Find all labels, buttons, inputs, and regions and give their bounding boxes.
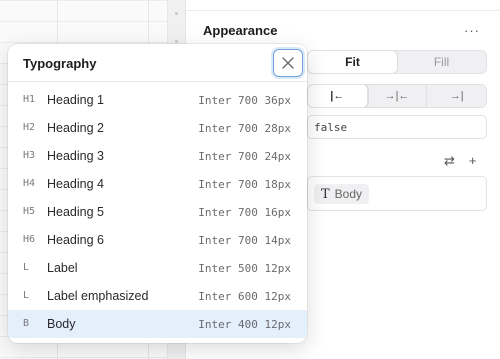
popover-header: Typography: [8, 44, 307, 82]
gutter-dot: [175, 12, 178, 15]
item-name: Heading 6: [47, 233, 104, 247]
typography-list: H1 Heading 1 Inter 700 36px H2 Heading 2…: [8, 86, 307, 338]
item-name: Label: [47, 261, 78, 275]
item-spec: Inter 700 24px: [198, 150, 291, 163]
item-tag: H1: [23, 94, 36, 105]
fit-fill-toggle: Fit Fill: [307, 50, 487, 74]
style-chip[interactable]: T Body: [314, 184, 370, 204]
typography-item-label[interactable]: L Label Inter 500 12px: [8, 254, 307, 282]
align-right-icon[interactable]: →|: [427, 85, 486, 107]
typography-item-label-emphasized[interactable]: L Label emphasized Inter 600 12px: [8, 282, 307, 310]
fit-option[interactable]: Fit: [308, 51, 397, 73]
panel-divider: [186, 10, 500, 11]
item-tag: H3: [23, 150, 36, 161]
item-spec: Inter 700 16px: [198, 206, 291, 219]
boolean-field[interactable]: false: [307, 115, 487, 139]
typography-item-heading-1[interactable]: H1 Heading 1 Inter 700 36px: [8, 86, 307, 114]
style-chip-label: Body: [334, 187, 363, 201]
text-style-field[interactable]: T Body: [307, 176, 487, 211]
add-icon[interactable]: +: [469, 153, 477, 169]
fill-option[interactable]: Fill: [397, 51, 486, 73]
align-left-icon[interactable]: |←: [308, 85, 368, 107]
item-spec: Inter 700 28px: [198, 122, 291, 135]
text-type-icon: T: [321, 186, 330, 202]
typography-item-heading-4[interactable]: H4 Heading 4 Inter 700 18px: [8, 170, 307, 198]
item-spec: Inter 700 14px: [198, 234, 291, 247]
item-name: Heading 1: [47, 93, 104, 107]
typography-item-heading-5[interactable]: H5 Heading 5 Inter 700 16px: [8, 198, 307, 226]
typography-item-body[interactable]: B Body Inter 400 12px: [8, 310, 307, 338]
item-name: Heading 3: [47, 149, 104, 163]
typography-item-heading-6[interactable]: H6 Heading 6 Inter 700 14px: [8, 226, 307, 254]
style-actions: ⇄ +: [444, 153, 477, 169]
item-tag: H4: [23, 178, 36, 189]
item-spec: Inter 400 12px: [198, 318, 291, 331]
item-spec: Inter 500 12px: [198, 262, 291, 275]
item-tag: B: [23, 318, 30, 329]
more-options-icon[interactable]: ···: [464, 23, 480, 38]
item-name: Heading 2: [47, 121, 104, 135]
typography-item-heading-2[interactable]: H2 Heading 2 Inter 700 28px: [8, 114, 307, 142]
gutter-dot: [175, 40, 178, 43]
item-name: Heading 4: [47, 177, 104, 191]
typography-popover: Typography H1 Heading 1 Inter 700 36px H…: [8, 44, 307, 343]
refresh-icon[interactable]: ⇄: [444, 153, 455, 169]
alignment-toggle: |← →|← →|: [307, 84, 487, 108]
item-tag: L: [23, 262, 30, 273]
item-tag: H6: [23, 234, 36, 245]
item-spec: Inter 700 36px: [198, 94, 291, 107]
close-icon: [282, 57, 294, 69]
typography-item-heading-3[interactable]: H3 Heading 3 Inter 700 24px: [8, 142, 307, 170]
item-spec: Inter 700 18px: [198, 178, 291, 191]
item-name: Body: [47, 317, 76, 331]
item-name: Label emphasized: [47, 289, 149, 303]
item-name: Heading 5: [47, 205, 104, 219]
popover-title: Typography: [23, 56, 97, 71]
item-tag: L: [23, 290, 30, 301]
item-tag: H2: [23, 122, 36, 133]
align-center-icon[interactable]: →|←: [368, 85, 428, 107]
item-spec: Inter 600 12px: [198, 290, 291, 303]
close-button[interactable]: [273, 49, 303, 77]
item-tag: H5: [23, 206, 36, 217]
section-title: Appearance: [203, 23, 278, 38]
